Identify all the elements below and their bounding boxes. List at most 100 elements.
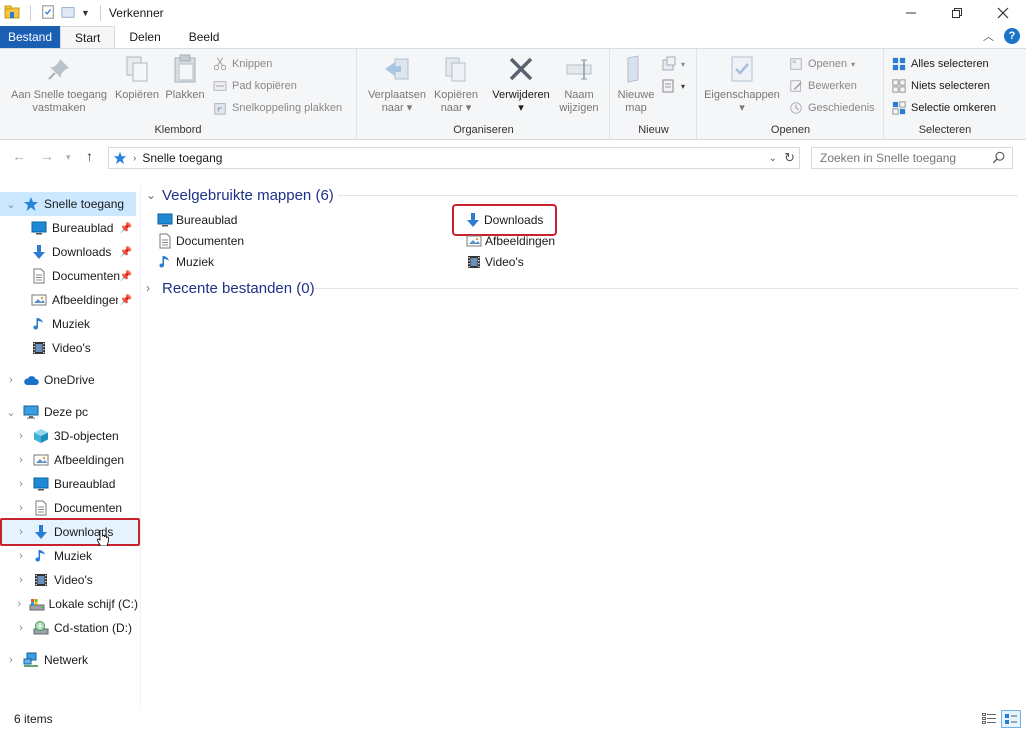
breadcrumb-path[interactable]: Snelle toegang	[142, 151, 222, 165]
nav-pc-muziek[interactable]: › Muziek	[10, 544, 138, 568]
nav-qa-bureaublad[interactable]: Bureaublad 📌	[10, 216, 138, 240]
quick-access-toolbar: ▼	[0, 4, 105, 23]
download-icon	[32, 524, 50, 540]
folder-documenten[interactable]: Documenten	[156, 231, 244, 251]
nav-qa-downloads[interactable]: Downloads 📌	[10, 240, 138, 264]
nav-this-pc[interactable]: ⌄ Deze pc	[0, 400, 136, 424]
address-bar[interactable]: › Snelle toegang ⌄ ↻	[108, 147, 800, 169]
close-button[interactable]	[980, 0, 1026, 26]
properties-quick-icon[interactable]	[41, 4, 55, 22]
chevron-right-icon[interactable]: ›	[10, 502, 32, 514]
edit-button[interactable]: Bewerken	[788, 77, 857, 95]
refresh-icon[interactable]: ↻	[784, 150, 795, 166]
up-arrow-icon[interactable]: ↑	[86, 148, 93, 164]
help-icon[interactable]: ?	[1004, 28, 1020, 44]
nav-qa-videos[interactable]: Video's	[10, 336, 138, 360]
customize-toolbar-icon[interactable]: ▼	[81, 8, 90, 18]
open-button[interactable]: Openen ▾	[788, 55, 855, 73]
pin-icon: 📌	[119, 246, 132, 258]
chevron-right-icon[interactable]: ›	[10, 622, 32, 634]
chevron-down-icon[interactable]: ⌄	[0, 406, 22, 419]
minimize-button[interactable]	[888, 0, 934, 26]
new-folder-icon	[620, 53, 652, 85]
ribbon-tab-controls: ︿ ?	[983, 28, 1020, 44]
copy-path-button[interactable]: Pad kopiëren	[212, 77, 297, 95]
chevron-right-icon[interactable]: ›	[0, 654, 22, 666]
nav-pc-downloads[interactable]: › Downloads	[0, 518, 140, 546]
address-dropdown-icon[interactable]: ⌄	[769, 153, 777, 164]
nav-pc-bureaublad[interactable]: › Bureaublad	[10, 472, 138, 496]
nav-qa-documenten[interactable]: Documenten 📌	[10, 264, 138, 288]
search-box[interactable]: Zoeken in Snelle toegang	[811, 147, 1013, 169]
tab-beeld[interactable]: Beeld	[175, 26, 234, 48]
nav-pc-documenten[interactable]: › Documenten	[10, 496, 138, 520]
chevron-right-icon[interactable]: ›	[10, 430, 32, 442]
chevron-right-icon[interactable]: ›	[10, 526, 32, 538]
properties-button[interactable]: Eigenschappen ▾	[700, 53, 784, 115]
collapse-ribbon-icon[interactable]: ︿	[983, 28, 994, 44]
paste-shortcut-button[interactable]: Snelkoppeling plakken	[212, 99, 342, 117]
invert-selection-button[interactable]: Selectie omkeren	[891, 99, 996, 117]
nav-qa-muziek[interactable]: Muziek	[10, 312, 138, 336]
new-item-button[interactable]: ▾	[661, 55, 685, 73]
cut-button[interactable]: Knippen	[212, 55, 272, 73]
copy-to-button[interactable]: Kopiëren naar ▾	[430, 53, 482, 115]
chevron-right-icon[interactable]: ›	[10, 454, 32, 466]
chevron-right-icon[interactable]: ›	[10, 598, 29, 610]
chevron-right-icon[interactable]: ›	[10, 550, 32, 562]
pane-divider	[140, 186, 141, 706]
pin-icon	[43, 53, 75, 85]
folder-videos[interactable]: Video's	[465, 252, 524, 272]
nav-network[interactable]: › Netwerk	[0, 648, 136, 672]
new-folder-button[interactable]: Nieuwe map	[615, 53, 657, 115]
paste-button[interactable]: Plakken	[162, 53, 208, 102]
tab-delen[interactable]: Delen	[115, 26, 174, 48]
nav-pc-local-disk[interactable]: › Lokale schijf (C:)	[10, 592, 138, 616]
rename-button[interactable]: Naam wijzigen	[554, 53, 604, 115]
copy-button[interactable]: Kopiëren	[114, 53, 160, 102]
tab-bestand[interactable]: Bestand	[0, 26, 61, 48]
new-item-icon	[661, 56, 677, 72]
frequent-folders-header[interactable]: ⌄ Veelgebruikte mappen (6)	[146, 184, 334, 206]
select-none-button[interactable]: Niets selecteren	[891, 77, 990, 95]
rename-icon	[563, 53, 595, 85]
toolbar-separator	[99, 5, 101, 21]
folder-app-icon	[4, 4, 20, 23]
nav-pc-3d-objects[interactable]: › 3D-objecten	[10, 424, 138, 448]
folder-bureaublad[interactable]: Bureaublad	[156, 210, 237, 230]
chevron-right-icon[interactable]: ›	[10, 574, 32, 586]
chevron-down-icon[interactable]: ⌄	[0, 198, 22, 211]
recent-files-header[interactable]: › Recente bestanden (0)	[146, 277, 315, 299]
folder-downloads[interactable]: Downloads	[451, 204, 558, 236]
chevron-right-icon[interactable]: ›	[146, 281, 160, 295]
nav-qa-afbeeldingen[interactable]: Afbeeldingen 📌	[10, 288, 138, 312]
search-input[interactable]: Zoeken in Snelle toegang	[820, 151, 956, 165]
nav-pc-afbeeldingen[interactable]: › Afbeeldingen	[10, 448, 138, 472]
nav-pc-videos[interactable]: › Video's	[10, 568, 138, 592]
back-arrow-icon[interactable]: ←	[12, 148, 26, 164]
chevron-down-icon[interactable]: ⌄	[146, 188, 160, 202]
maximize-button[interactable]	[934, 0, 980, 26]
delete-button[interactable]: Verwijderen ▾	[488, 53, 554, 115]
new-folder-quick-icon[interactable]	[61, 5, 75, 22]
pin-to-quick-access-button[interactable]: Aan Snelle toegang vastmaken	[6, 53, 112, 115]
forward-arrow-icon[interactable]: →	[40, 148, 54, 164]
folder-muziek[interactable]: Muziek	[156, 252, 214, 272]
select-all-button[interactable]: Alles selecteren	[891, 55, 989, 73]
tiles-view-icon[interactable]	[1001, 710, 1021, 728]
move-to-button[interactable]: Verplaatsen naar ▾	[364, 53, 430, 115]
chevron-right-icon[interactable]: ›	[10, 478, 32, 490]
ribbon-tabs: Bestand Start Delen Beeld ︿ ?	[0, 26, 1026, 48]
history-button[interactable]: Geschiedenis	[788, 99, 875, 117]
folder-afbeeldingen[interactable]: Afbeeldingen	[465, 231, 555, 251]
tab-start[interactable]: Start	[60, 26, 116, 48]
nav-quick-access[interactable]: ⌄ Snelle toegang	[0, 192, 136, 216]
picture-icon	[465, 233, 483, 249]
recent-locations-chevron-icon[interactable]: ▾	[66, 152, 71, 163]
chevron-right-icon[interactable]: ›	[0, 374, 22, 386]
nav-pc-cd-drive[interactable]: › Cd-station (D:)	[10, 616, 138, 640]
nav-onedrive[interactable]: › OneDrive	[0, 368, 136, 392]
details-view-icon[interactable]	[980, 711, 998, 727]
ribbon-group-selecteren: Alles selecteren Niets selecteren Select…	[885, 49, 1005, 139]
easy-access-button[interactable]: ▾	[661, 77, 685, 95]
